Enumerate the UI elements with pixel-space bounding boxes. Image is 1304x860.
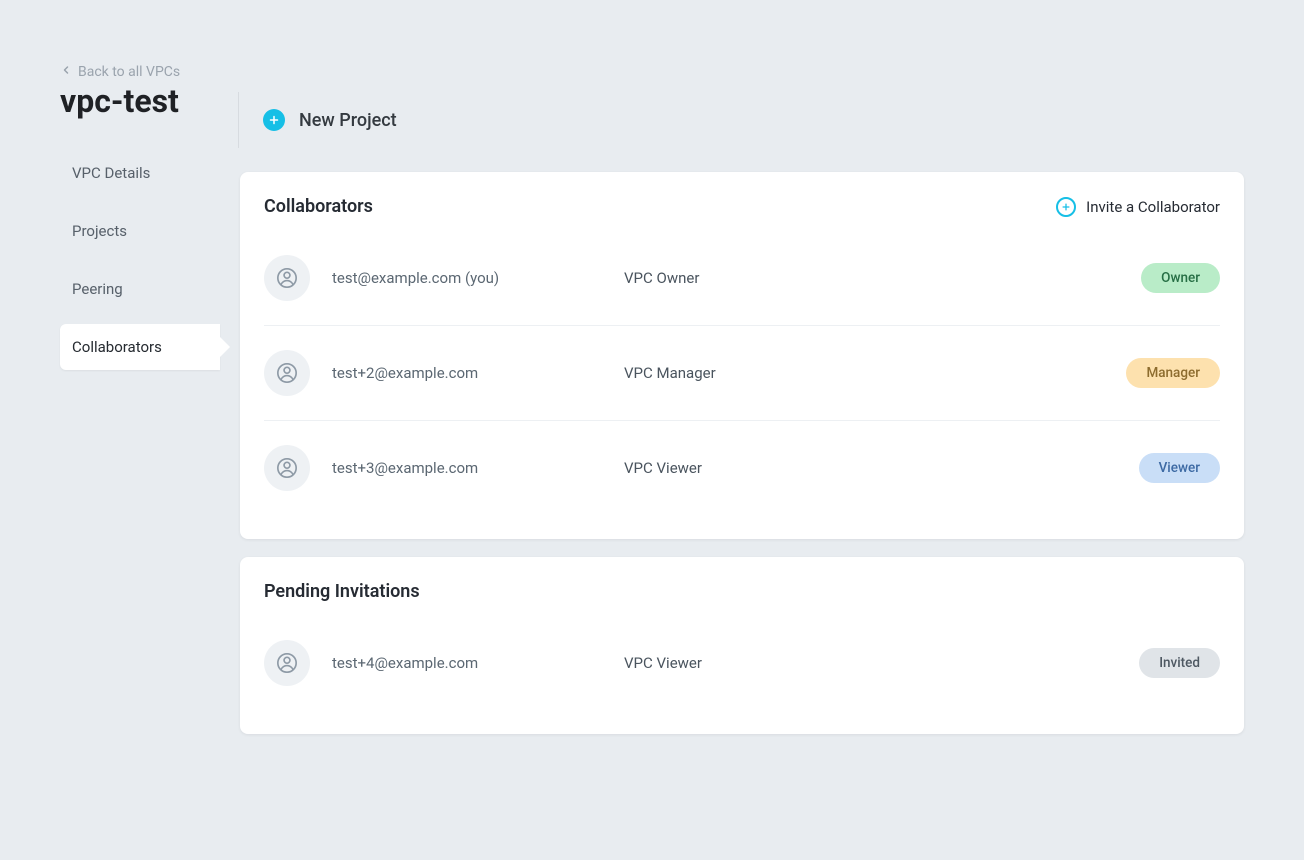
collaborator-role: VPC Owner	[624, 269, 1060, 287]
sidebar-item-label: VPC Details	[72, 164, 150, 182]
user-circle-icon	[264, 640, 310, 686]
collaborator-row: test+3@example.com VPC Viewer Viewer	[264, 420, 1220, 515]
back-to-vpcs-link[interactable]: Back to all VPCs	[60, 64, 220, 80]
collaborator-row: test+2@example.com VPC Manager Manager	[264, 325, 1220, 420]
pending-invitations-card: Pending Invitations test+4@example.com V…	[240, 557, 1244, 734]
vpc-title: vpc-test	[60, 82, 220, 120]
collaborator-email: test+3@example.com	[314, 459, 624, 477]
new-project-label: New Project	[299, 110, 397, 131]
plus-circle-icon	[263, 109, 285, 131]
main-content: New Project Collaborators Invite a Colla…	[240, 64, 1244, 752]
sidebar-item-label: Projects	[72, 222, 127, 240]
chevron-left-icon	[60, 64, 72, 80]
collaborators-list: test@example.com (you) VPC Owner Owner t…	[264, 231, 1220, 515]
sidebar-item-collaborators[interactable]: Collaborators	[60, 324, 220, 370]
back-link-label: Back to all VPCs	[78, 64, 180, 80]
side-nav: VPC Details Projects Peering Collaborato…	[60, 150, 220, 370]
pending-row: test+4@example.com VPC Viewer Invited	[264, 616, 1220, 710]
pending-list: test+4@example.com VPC Viewer Invited	[264, 616, 1220, 710]
sidebar-item-label: Peering	[72, 280, 123, 298]
sidebar-item-projects[interactable]: Projects	[60, 208, 220, 254]
user-circle-icon	[264, 350, 310, 396]
new-project-button[interactable]: New Project	[263, 109, 397, 131]
role-badge: Viewer	[1139, 453, 1220, 483]
collaborator-role: VPC Viewer	[624, 459, 1060, 477]
collaborator-row: test@example.com (you) VPC Owner Owner	[264, 231, 1220, 325]
user-circle-icon	[264, 445, 310, 491]
invited-badge: Invited	[1139, 648, 1220, 678]
sidebar: Back to all VPCs vpc-test VPC Details Pr…	[60, 64, 220, 382]
collaborator-email: test@example.com (you)	[314, 269, 624, 287]
sidebar-item-vpc-details[interactable]: VPC Details	[60, 150, 220, 196]
pending-title: Pending Invitations	[264, 581, 420, 602]
collaborators-card: Collaborators Invite a Collaborator test…	[240, 172, 1244, 539]
plus-outline-icon	[1056, 197, 1076, 217]
user-circle-icon	[264, 255, 310, 301]
sidebar-item-peering[interactable]: Peering	[60, 266, 220, 312]
pending-role: VPC Viewer	[624, 654, 1060, 672]
role-badge: Manager	[1126, 358, 1220, 388]
page: Back to all VPCs vpc-test VPC Details Pr…	[0, 0, 1304, 752]
collaborators-header: Collaborators Invite a Collaborator	[264, 196, 1220, 217]
pending-email: test+4@example.com	[314, 654, 624, 672]
collaborators-title: Collaborators	[264, 196, 373, 217]
pending-header: Pending Invitations	[264, 581, 1220, 602]
invite-collaborator-button[interactable]: Invite a Collaborator	[1056, 197, 1220, 217]
sidebar-item-label: Collaborators	[72, 338, 162, 356]
collaborator-email: test+2@example.com	[314, 364, 624, 382]
role-badge: Owner	[1141, 263, 1220, 293]
main-header: New Project	[238, 92, 1244, 148]
collaborator-role: VPC Manager	[624, 364, 1060, 382]
invite-collaborator-label: Invite a Collaborator	[1086, 198, 1220, 216]
